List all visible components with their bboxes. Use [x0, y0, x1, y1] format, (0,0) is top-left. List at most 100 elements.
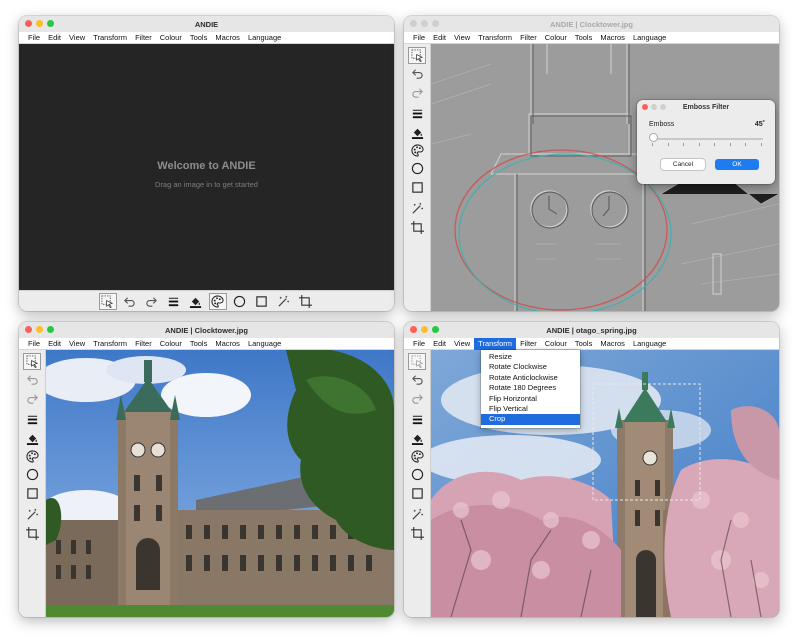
menu-view[interactable]: View: [450, 32, 474, 44]
menu-macros[interactable]: Macros: [211, 338, 244, 350]
circle-tool-icon[interactable]: [23, 466, 41, 483]
menu-filter[interactable]: Filter: [516, 338, 541, 350]
menu-file[interactable]: File: [409, 32, 429, 44]
menu-language[interactable]: Language: [629, 32, 670, 44]
zoom-button[interactable]: [432, 20, 439, 27]
crop-icon[interactable]: [408, 219, 426, 236]
rectangle-tool-icon[interactable]: [253, 293, 271, 310]
menu-edit[interactable]: Edit: [429, 338, 450, 350]
minimize-button[interactable]: [36, 326, 43, 333]
line-weight-icon[interactable]: [165, 293, 183, 310]
fill-colour-icon[interactable]: [408, 430, 426, 447]
undo-icon[interactable]: [23, 371, 41, 388]
crop-icon[interactable]: [23, 525, 41, 542]
menu-edit[interactable]: Edit: [44, 338, 65, 350]
select-tool-icon[interactable]: [408, 353, 426, 370]
menu-tools[interactable]: Tools: [186, 32, 212, 44]
menu-language[interactable]: Language: [629, 338, 670, 350]
menu-filter[interactable]: Filter: [131, 338, 156, 350]
magic-wand-icon[interactable]: [408, 200, 426, 217]
menu-view[interactable]: View: [65, 338, 89, 350]
magic-wand-icon[interactable]: [275, 293, 293, 310]
close-button[interactable]: [410, 20, 417, 27]
fill-colour-icon[interactable]: [187, 293, 205, 310]
palette-icon[interactable]: [408, 142, 426, 159]
crop-icon[interactable]: [408, 525, 426, 542]
magic-wand-icon[interactable]: [408, 506, 426, 523]
embossed-image[interactable]: Emboss Filter Emboss 45˚ Cancel OK: [431, 44, 779, 311]
line-weight-icon[interactable]: [23, 411, 41, 428]
circle-tool-icon[interactable]: [408, 160, 426, 177]
select-tool-icon[interactable]: [408, 47, 426, 64]
menu-edit[interactable]: Edit: [429, 32, 450, 44]
magic-wand-icon[interactable]: [23, 506, 41, 523]
crop-icon[interactable]: [297, 293, 315, 310]
select-tool-icon[interactable]: [23, 353, 41, 370]
close-button[interactable]: [25, 326, 32, 333]
title-bar[interactable]: ANDIE | otago_spring.jpg: [404, 322, 779, 338]
redo-icon[interactable]: [408, 84, 426, 101]
rectangle-tool-icon[interactable]: [408, 179, 426, 196]
menu-transform[interactable]: Transform: [89, 338, 131, 350]
menu-language[interactable]: Language: [244, 32, 285, 44]
menu-edit[interactable]: Edit: [44, 32, 65, 44]
title-bar[interactable]: ANDIE | Clocktower.jpg: [19, 322, 394, 338]
ok-button[interactable]: OK: [715, 159, 759, 170]
line-weight-icon[interactable]: [408, 411, 426, 428]
menu-file[interactable]: File: [409, 338, 429, 350]
undo-icon[interactable]: [121, 293, 139, 310]
menu-colour[interactable]: Colour: [541, 338, 571, 350]
palette-icon[interactable]: [208, 292, 227, 310]
menu-colour[interactable]: Colour: [156, 32, 186, 44]
menu-tools[interactable]: Tools: [571, 32, 597, 44]
menu-macros[interactable]: Macros: [596, 338, 629, 350]
undo-icon[interactable]: [408, 371, 426, 388]
menu-language[interactable]: Language: [244, 338, 285, 350]
menu-item-rotate-anticlockwise[interactable]: Rotate Anticlockwise: [481, 373, 580, 383]
close-button[interactable]: [25, 20, 32, 27]
palette-icon[interactable]: [23, 448, 41, 465]
menu-macros[interactable]: Macros: [596, 32, 629, 44]
redo-icon[interactable]: [408, 390, 426, 407]
minimize-button[interactable]: [421, 326, 428, 333]
menu-item-flip-vertical[interactable]: Flip Vertical: [481, 404, 580, 414]
emboss-slider-track[interactable]: [651, 138, 763, 140]
menu-tools[interactable]: Tools: [186, 338, 212, 350]
menu-macros[interactable]: Macros: [211, 32, 244, 44]
menu-tools[interactable]: Tools: [571, 338, 597, 350]
fill-colour-icon[interactable]: [408, 124, 426, 141]
zoom-button[interactable]: [47, 20, 54, 27]
fill-colour-icon[interactable]: [23, 430, 41, 447]
menu-item-rotate-clockwise[interactable]: Rotate Clockwise: [481, 362, 580, 372]
title-bar[interactable]: ANDIE | Clocktower.jpg: [404, 16, 779, 32]
menu-colour[interactable]: Colour: [541, 32, 571, 44]
rectangle-tool-icon[interactable]: [23, 485, 41, 502]
palette-icon[interactable]: [408, 448, 426, 465]
menu-item-crop[interactable]: Crop: [481, 414, 580, 425]
menu-file[interactable]: File: [24, 338, 44, 350]
close-button[interactable]: [410, 326, 417, 333]
select-tool-icon[interactable]: [98, 292, 117, 310]
menu-transform[interactable]: Transform: [89, 32, 131, 44]
image-canvas[interactable]: [46, 350, 394, 617]
circle-tool-icon[interactable]: [408, 466, 426, 483]
menu-colour[interactable]: Colour: [156, 338, 186, 350]
line-weight-icon[interactable]: [408, 105, 426, 122]
menu-file[interactable]: File: [24, 32, 44, 44]
menu-filter[interactable]: Filter: [131, 32, 156, 44]
menu-transform[interactable]: Transform: [474, 32, 516, 44]
menu-view[interactable]: View: [65, 32, 89, 44]
menu-item-resize[interactable]: Resize: [481, 352, 580, 362]
title-bar[interactable]: ANDIE: [19, 16, 394, 32]
zoom-button[interactable]: [432, 326, 439, 333]
menu-filter[interactable]: Filter: [516, 32, 541, 44]
dialog-close-button[interactable]: [642, 104, 648, 110]
rectangle-tool-icon[interactable]: [408, 485, 426, 502]
cancel-button[interactable]: Cancel: [661, 159, 705, 170]
dialog-title-bar[interactable]: Emboss Filter: [637, 100, 775, 115]
redo-icon[interactable]: [143, 293, 161, 310]
redo-icon[interactable]: [23, 390, 41, 407]
minimize-button[interactable]: [421, 20, 428, 27]
menu-view[interactable]: View: [450, 338, 474, 350]
minimize-button[interactable]: [36, 20, 43, 27]
